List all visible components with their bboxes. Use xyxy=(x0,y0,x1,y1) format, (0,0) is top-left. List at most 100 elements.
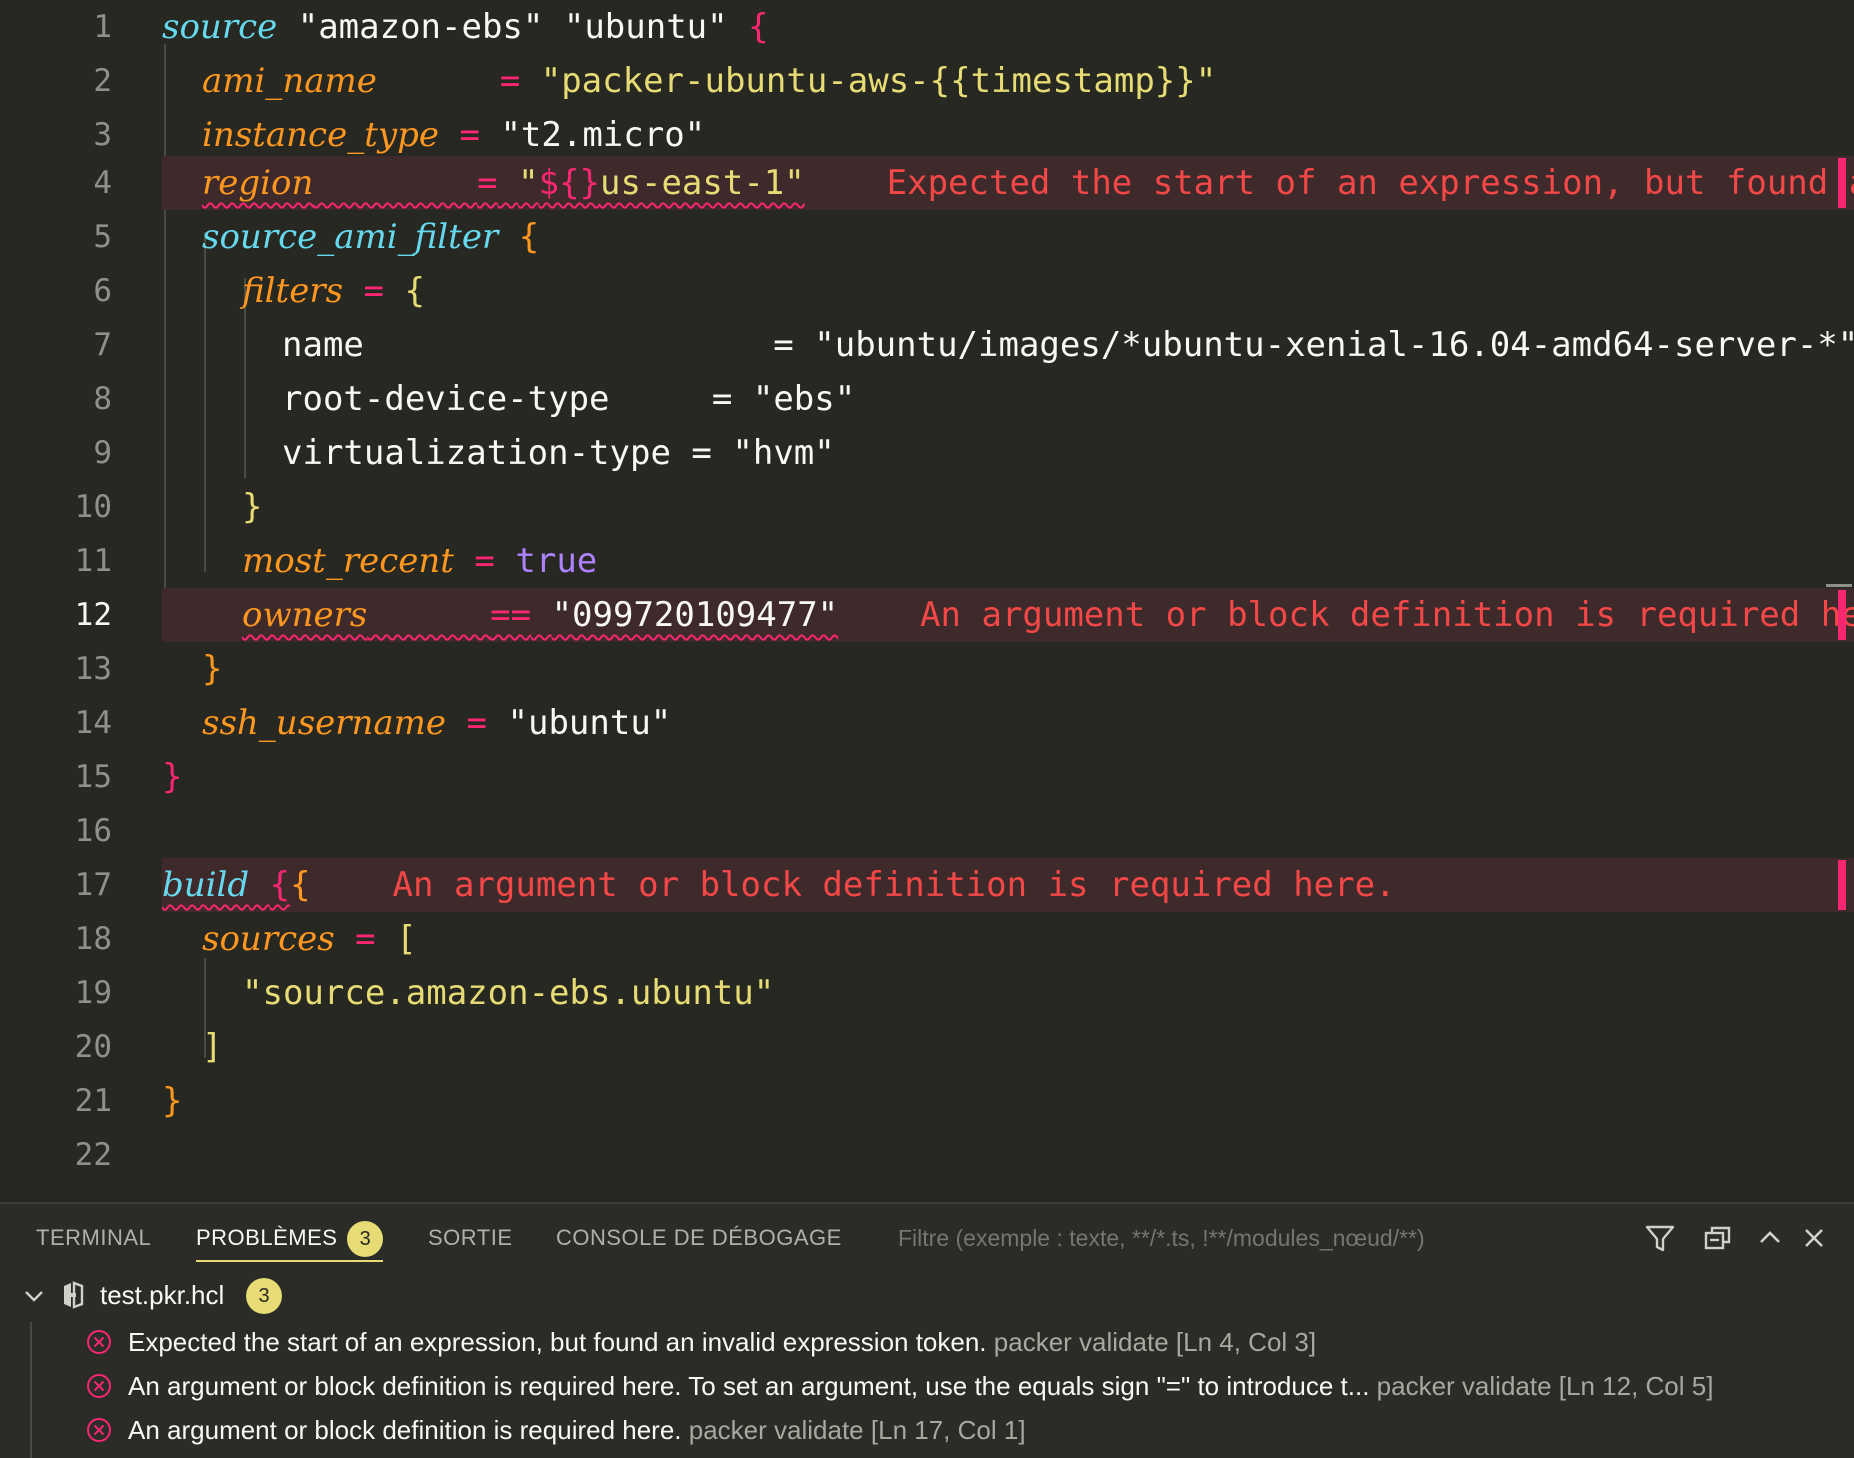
problem-message: An argument or block definition is requi… xyxy=(128,1415,682,1445)
error-icon xyxy=(87,1418,111,1442)
code-line[interactable]: 2 ami_name = "packer-ubuntu-aws-{{timest… xyxy=(0,54,1854,108)
inline-error-message: An argument or block definition is requi… xyxy=(392,865,1396,905)
code-text: source_ami_filter { xyxy=(202,217,540,257)
problem-message: An argument or block definition is requi… xyxy=(128,1371,1370,1401)
line-number: 16 xyxy=(74,813,112,849)
line-number: 10 xyxy=(74,489,112,525)
maximize-panel-icon[interactable] xyxy=(1752,1220,1788,1256)
tab-output[interactable]: SORTIE xyxy=(428,1204,513,1272)
code-text: owners == "099720109477" An argument or … xyxy=(242,588,1854,642)
line-number: 11 xyxy=(74,543,112,579)
code-text: region = "${}us-east-1" Expected the sta… xyxy=(202,156,1854,210)
code-line-current[interactable]: 12 owners == "099720109477" An argument … xyxy=(0,588,1854,642)
code-text: ssh_username = "ubuntu" xyxy=(202,703,672,743)
bottom-panel: TERMINAL PROBLÈMES 3 SORTIE CONSOLE DE DÉ… xyxy=(0,1202,1854,1458)
line-number: 2 xyxy=(93,63,112,99)
collapse-all-icon[interactable] xyxy=(1700,1220,1736,1256)
line-number: 6 xyxy=(93,273,112,309)
file-problem-count-badge: 3 xyxy=(246,1278,282,1314)
code-text: ] xyxy=(202,1027,223,1067)
code-line[interactable]: 3 instance_type = "t2.micro" xyxy=(0,108,1854,162)
code-line[interactable]: 7 name = "ubuntu/images/*ubuntu-xenial-1… xyxy=(0,318,1854,372)
code-line[interactable]: 17 build {{ An argument or block definit… xyxy=(0,858,1854,912)
problem-location: [Ln 4, Col 3] xyxy=(1175,1327,1317,1357)
error-marker xyxy=(1838,860,1846,910)
code-line[interactable]: 10 } xyxy=(0,480,1854,534)
line-number: 12 xyxy=(74,597,112,633)
line-number: 14 xyxy=(74,705,112,741)
line-number: 3 xyxy=(93,117,112,153)
code-line[interactable]: 21 } xyxy=(0,1074,1854,1128)
code-text: } xyxy=(162,757,183,797)
code-text: most_recent = true xyxy=(242,541,598,581)
code-line[interactable]: 18 sources = [ xyxy=(0,912,1854,966)
line-number: 4 xyxy=(93,165,112,201)
tab-problems[interactable]: PROBLÈMES 3 xyxy=(196,1204,384,1272)
error-marker xyxy=(1838,158,1846,208)
code-text: root-device-type = "ebs" xyxy=(282,379,856,419)
code-line[interactable]: 15 } xyxy=(0,750,1854,804)
code-text: filters = { xyxy=(242,271,425,311)
problem-message: Expected the start of an expression, but… xyxy=(128,1327,987,1357)
code-line[interactable]: 8 root-device-type = "ebs" xyxy=(0,372,1854,426)
file-name: test.pkr.hcl xyxy=(100,1280,225,1310)
problem-location: [Ln 12, Col 5] xyxy=(1558,1371,1714,1401)
problem-source: packer validate xyxy=(993,1327,1169,1357)
error-icon xyxy=(87,1374,111,1398)
problems-file-row[interactable]: test.pkr.hcl 3 xyxy=(0,1274,1854,1320)
problem-item[interactable]: An argument or block definition is requi… xyxy=(0,1408,1854,1452)
filter-input[interactable]: Filtre (exemple : texte, **/*.ts, !**/mo… xyxy=(898,1204,1425,1272)
active-tab-indicator xyxy=(196,1260,384,1262)
line-number: 21 xyxy=(74,1083,112,1119)
inline-error-message: Expected the start of an expression, but… xyxy=(886,163,1854,203)
code-line[interactable]: 14 ssh_username = "ubuntu" xyxy=(0,696,1854,750)
line-number: 13 xyxy=(74,651,112,687)
code-editor[interactable]: 1 source "amazon-ebs" "ubuntu" { 2 ami_n… xyxy=(0,0,1854,1202)
code-text: name = "ubuntu/images/*ubuntu-xenial-16.… xyxy=(282,325,1854,365)
inline-error-message: An argument or block definition is requi… xyxy=(920,595,1854,635)
code-text: source "amazon-ebs" "ubuntu" { xyxy=(162,7,769,47)
chevron-down-icon[interactable] xyxy=(20,1282,48,1310)
code-line[interactable]: 13 } xyxy=(0,642,1854,696)
code-line[interactable]: 16 xyxy=(0,804,1854,858)
line-number: 17 xyxy=(74,867,112,903)
problems-count-badge: 3 xyxy=(347,1221,384,1258)
code-line[interactable]: 11 most_recent = true xyxy=(0,534,1854,588)
line-number: 19 xyxy=(74,975,112,1011)
problem-item[interactable]: An argument or block definition is requi… xyxy=(0,1364,1854,1408)
scrollbar-marker[interactable] xyxy=(1826,584,1852,587)
code-line[interactable]: 6 filters = { xyxy=(0,264,1854,318)
code-line[interactable]: 22 xyxy=(0,1128,1854,1182)
line-number: 20 xyxy=(74,1029,112,1065)
code-text: } xyxy=(162,1081,183,1121)
hcl-file-icon xyxy=(64,1281,84,1309)
line-number: 9 xyxy=(93,435,112,471)
code-text: build {{ An argument or block definition… xyxy=(162,865,1396,905)
line-number: 5 xyxy=(93,219,112,255)
line-number: 8 xyxy=(93,381,112,417)
close-panel-icon[interactable] xyxy=(1796,1220,1832,1256)
problem-location: [Ln 17, Col 1] xyxy=(870,1415,1026,1445)
problem-item[interactable]: Expected the start of an expression, but… xyxy=(0,1320,1854,1364)
panel-tabs: TERMINAL PROBLÈMES 3 SORTIE CONSOLE DE DÉ… xyxy=(0,1204,1854,1272)
code-text: "source.amazon-ebs.ubuntu" xyxy=(242,973,775,1013)
code-line[interactable]: 5 source_ami_filter { xyxy=(0,210,1854,264)
code-text: } xyxy=(242,487,263,527)
problem-source: packer validate xyxy=(688,1415,864,1445)
line-number: 18 xyxy=(74,921,112,957)
line-number: 22 xyxy=(74,1137,112,1173)
code-line[interactable]: 20 ] xyxy=(0,1020,1854,1074)
code-line[interactable]: 4 region = "${}us-east-1" Expected the s… xyxy=(0,156,1854,210)
code-line[interactable]: 19 "source.amazon-ebs.ubuntu" xyxy=(0,966,1854,1020)
tab-terminal[interactable]: TERMINAL xyxy=(36,1204,151,1272)
code-text: sources = [ xyxy=(202,919,417,959)
problem-source: packer validate xyxy=(1376,1371,1552,1401)
line-number: 15 xyxy=(74,759,112,795)
tab-debug-console[interactable]: CONSOLE DE DÉBOGAGE xyxy=(556,1204,842,1272)
error-icon xyxy=(87,1330,111,1354)
code-text: virtualization-type = "hvm" xyxy=(282,433,835,473)
code-line[interactable]: 9 virtualization-type = "hvm" xyxy=(0,426,1854,480)
error-marker xyxy=(1838,590,1846,640)
filter-icon[interactable] xyxy=(1642,1220,1678,1256)
code-line[interactable]: 1 source "amazon-ebs" "ubuntu" { xyxy=(0,0,1854,54)
